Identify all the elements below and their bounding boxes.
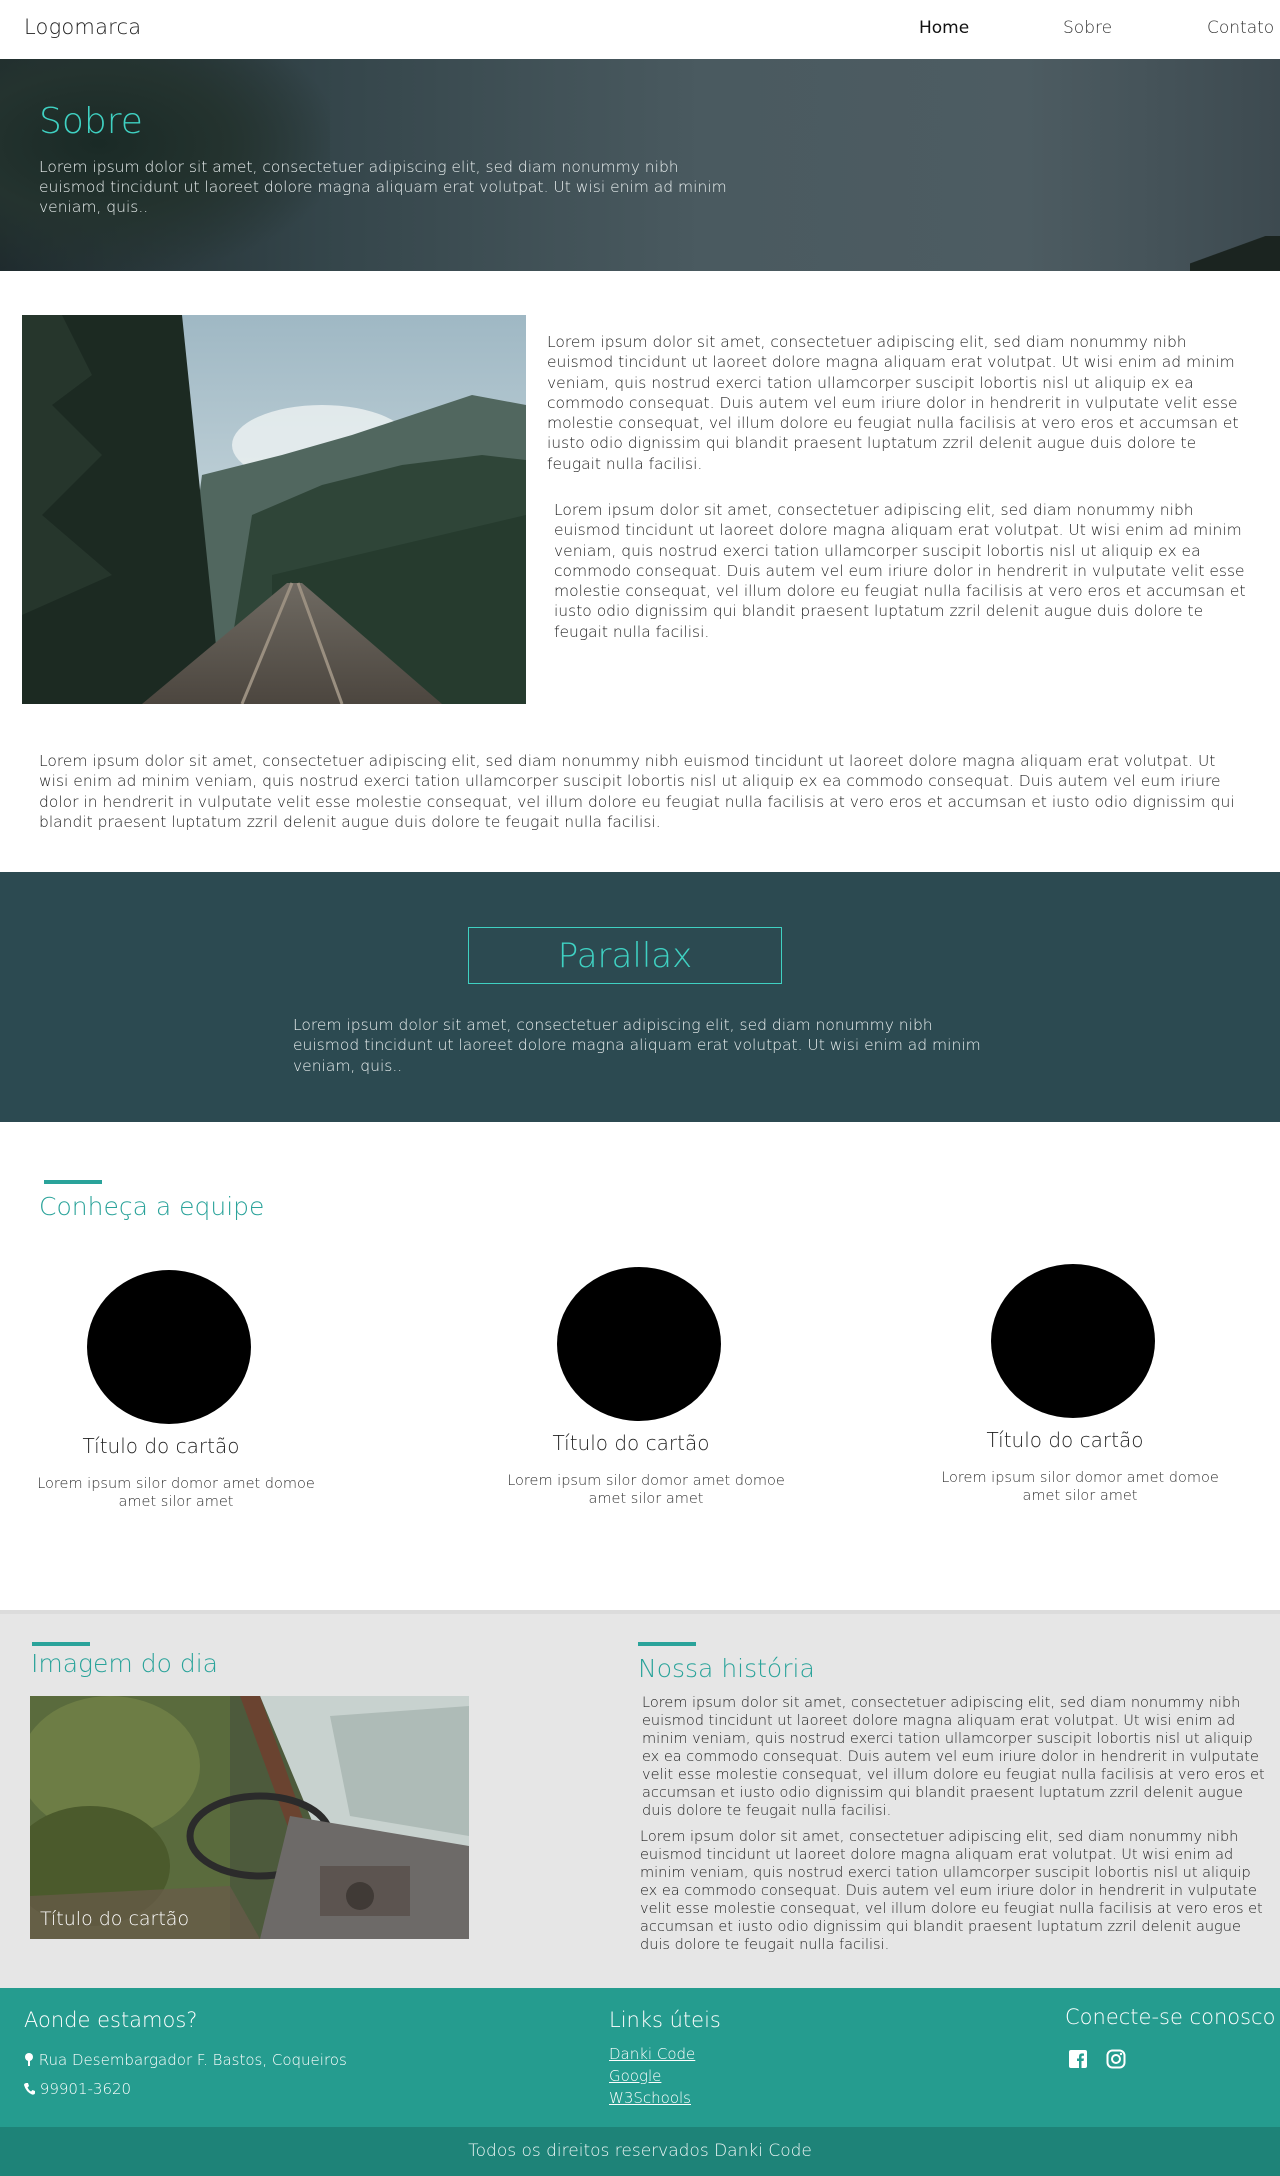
site-header: Logomarca Home Sobre Contato — [0, 0, 1280, 59]
image-of-day-photo[interactable] — [30, 1696, 469, 1939]
about-paragraph-2: Lorem ipsum dolor sit amet, consectetuer… — [554, 501, 1246, 641]
instagram-icon[interactable] — [1106, 2049, 1126, 2069]
parallax-title: Parallax — [557, 936, 693, 976]
image-of-day-title: Imagem do dia — [31, 1649, 218, 1678]
footer-link-google[interactable]: Google — [609, 2067, 661, 2085]
history-accent-line — [638, 1642, 696, 1646]
footer-phone: 99901-3620 — [24, 2080, 131, 2098]
phone-text: 99901-3620 — [39, 2080, 132, 2098]
map-pin-icon — [24, 2051, 39, 2069]
parallax-text: Lorem ipsum dolor sit amet, consectetuer… — [293, 1016, 981, 1075]
copyright-text: Todos os direitos reservados Danki Code — [468, 2141, 812, 2161]
footer-location-title: Aonde estamos? — [24, 2008, 198, 2032]
about-paragraph-3: Lorem ipsum dolor sit amet, consectetuer… — [39, 752, 1235, 831]
footer-link-w3schools[interactable]: W3Schools — [609, 2089, 691, 2107]
phone-icon — [24, 2080, 40, 2098]
team-card-title: Título do cartão — [82, 1434, 240, 1458]
hero-text: Lorem ipsum dolor sit amet, consectetuer… — [39, 158, 727, 216]
team-title: Conheça a equipe — [39, 1192, 265, 1221]
railway-forest-image — [22, 315, 526, 704]
logo[interactable]: Logomarca — [24, 15, 141, 39]
team-card-text: Lorem ipsum silor domor amet domoe amet … — [507, 1473, 785, 1507]
footer-address: Rua Desembargador F. Bastos, Coqueiros — [24, 2051, 347, 2069]
team-card-text: Lorem ipsum silor domor amet domoe amet … — [37, 1476, 315, 1510]
avatar — [557, 1267, 721, 1421]
hero-title: Sobre — [39, 101, 143, 142]
avatar — [991, 1264, 1155, 1418]
history-paragraph-2: Lorem ipsum dolor sit amet, consectetuer… — [640, 1829, 1263, 1953]
about-paragraph-1: Lorem ipsum dolor sit amet, consectetuer… — [547, 333, 1239, 473]
address-text: Rua Desembargador F. Bastos, Coqueiros — [38, 2051, 347, 2069]
avatar — [87, 1270, 251, 1424]
history-paragraph-1: Lorem ipsum dolor sit amet, consectetuer… — [642, 1695, 1265, 1819]
facebook-icon[interactable] — [1068, 2049, 1088, 2069]
footer-connect-title: Conecte-se conosco — [1065, 2005, 1276, 2029]
team-accent-line — [44, 1180, 102, 1184]
nav-contato[interactable]: Contato — [1207, 18, 1274, 38]
parallax-section — [0, 872, 1280, 1122]
team-card-title: Título do cartão — [552, 1431, 710, 1455]
nav-home[interactable]: Home — [919, 18, 969, 38]
nav-sobre[interactable]: Sobre — [1063, 18, 1112, 38]
team-card-text: Lorem ipsum silor domor amet domoe amet … — [941, 1470, 1219, 1504]
footer-link-danki-code[interactable]: Danki Code — [609, 2045, 695, 2063]
history-title: Nossa história — [638, 1654, 815, 1683]
team-card-title: Título do cartão — [986, 1428, 1144, 1452]
image-of-day-caption: Título do cartão — [40, 1908, 190, 1930]
footer-links-title: Links úteis — [609, 2008, 721, 2032]
hero-hill-background — [1190, 236, 1280, 271]
image-of-day-accent-line — [32, 1642, 90, 1646]
